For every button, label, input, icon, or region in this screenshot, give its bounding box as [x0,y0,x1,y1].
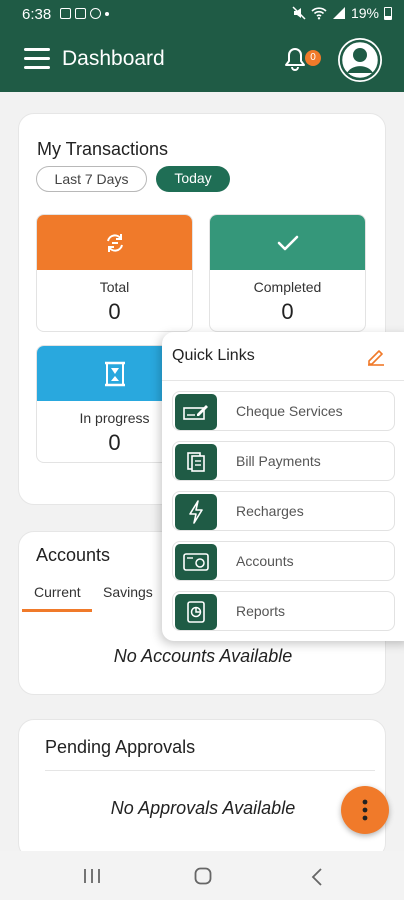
accounts-title: Accounts [36,545,111,565]
system-icons: 19% [292,5,392,21]
quick-links-title: Quick Links [172,347,255,364]
account-card-icon [175,544,217,580]
pending-approvals-title: Pending Approvals [45,737,196,757]
menu-icon[interactable] [24,48,50,70]
mute-icon [292,6,306,20]
accounts-empty-message: No Accounts Available [113,646,293,666]
quick-links-panel: Quick Links Cheque Services Bill Payment… [162,332,404,641]
total-label: Total [99,279,130,295]
quick-link-label: Bill Payments [236,453,321,469]
completed-count: 0 [281,299,294,324]
hourglass-icon [104,361,125,386]
notification-badge: 0 [305,50,321,66]
edit-icon[interactable] [365,345,387,367]
active-tab-indicator [22,609,92,612]
report-icon [175,594,217,630]
cheque-icon [175,394,217,430]
completed-tile-header [210,215,365,270]
quick-link-label: Accounts [236,553,294,569]
quick-link-bill-payments[interactable]: Bill Payments [172,441,395,481]
page-title: Dashboard [62,47,165,70]
lightning-icon [175,494,217,530]
completed-label: Completed [253,279,322,295]
tab-current[interactable]: Current [34,584,81,600]
quick-link-label: Cheque Services [236,403,343,419]
back-icon[interactable] [311,868,323,886]
bell-icon[interactable] [283,46,307,72]
approvals-empty-message: No Approvals Available [110,798,296,818]
gallery-icon [60,8,71,19]
status-time: 6:38 [22,6,52,23]
total-tile-header [37,215,192,270]
checkmark-icon [277,235,298,250]
quick-link-label: Recharges [236,503,304,519]
avatar[interactable] [338,38,382,82]
pending-approvals-card: Pending Approvals No Approvals Available [18,719,386,859]
more-vertical-icon [362,799,368,821]
pending-divider [45,770,375,771]
recent-apps-icon[interactable] [83,868,101,884]
status-bar: 6:38 19% [0,0,404,28]
signal-icon [332,7,345,19]
quick-link-accounts[interactable]: Accounts [172,541,395,581]
transactions-title: My Transactions [37,139,169,159]
filter-last-7-days[interactable]: Last 7 Days [36,166,147,192]
wifi-icon [311,7,327,20]
chat-icon [90,8,101,19]
filter-today[interactable]: Today [156,166,230,192]
more-dot-icon [105,12,109,16]
user-icon [339,39,381,81]
quick-link-cheque-services[interactable]: Cheque Services [172,391,395,431]
app-bar: Dashboard 0 [0,28,404,92]
total-count: 0 [108,299,121,324]
quick-link-reports[interactable]: Reports [172,591,395,631]
refresh-icon [106,233,123,252]
quick-links-divider [162,380,404,381]
total-transactions-tile[interactable]: Total 0 [36,214,193,332]
system-nav-bar [0,851,404,900]
completed-transactions-tile[interactable]: Completed 0 [209,214,366,332]
quick-link-recharges[interactable]: Recharges [172,491,395,531]
sms-icon [75,8,86,19]
tab-savings[interactable]: Savings [103,584,153,600]
notification-icons [60,8,109,19]
more-actions-button[interactable] [341,786,389,834]
quick-link-label: Reports [236,603,286,619]
bill-icon [175,444,217,480]
battery-icon [384,6,392,20]
home-icon[interactable] [194,867,212,885]
battery-percent: 19% [350,5,379,21]
